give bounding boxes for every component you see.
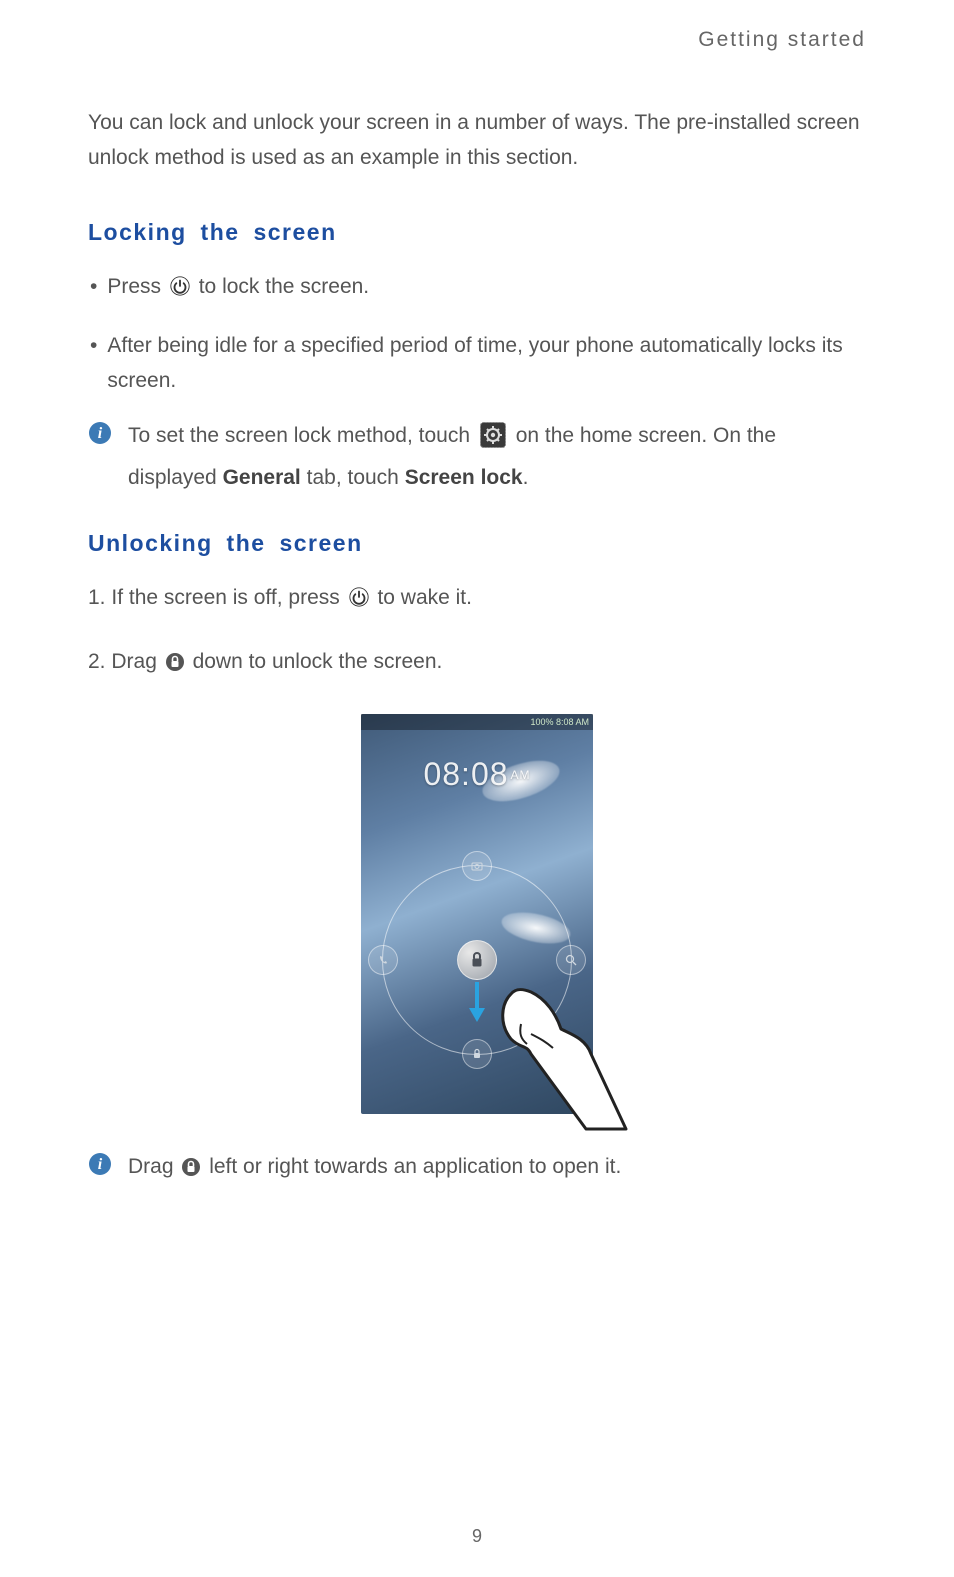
lockscreen-clock: 08:08AM [361, 756, 593, 793]
intro-paragraph: You can lock and unlock your screen in a… [88, 106, 866, 175]
svg-text:i: i [98, 1156, 103, 1173]
step1-num: 1. [88, 586, 106, 609]
phone-icon [368, 945, 398, 975]
unlock-step-1: 1. If the screen is off, press to wake i… [88, 581, 866, 620]
step1-pre: If the screen is off, press [111, 586, 345, 609]
page-header: Getting started [88, 28, 866, 52]
lock-note-bold1: General [223, 466, 301, 489]
status-bar: 100% 8:08 AM [361, 714, 593, 730]
lock-note: i To set the screen lock method, touch [88, 418, 866, 495]
section-locking-title: Locking the screen [88, 219, 866, 246]
camera-icon [462, 851, 492, 881]
status-text: 100% 8:08 AM [530, 717, 589, 727]
clock-ampm: AM [511, 768, 531, 782]
footer-note: i Drag left or right towards an applicat… [88, 1149, 866, 1189]
lock-bullet-2: • After being idle for a specified perio… [88, 329, 866, 398]
step2-pre: Drag [111, 650, 162, 673]
step2-num: 2. [88, 650, 106, 673]
svg-text:i: i [98, 425, 103, 442]
info-icon: i [88, 421, 112, 457]
search-icon [556, 945, 586, 975]
lock-b1-post: to lock the screen. [199, 275, 369, 298]
info-icon: i [88, 1152, 112, 1188]
step2-post: down to unlock the screen. [193, 650, 443, 673]
power-icon [169, 274, 191, 309]
drag-arrow-icon [467, 982, 487, 1022]
header-title: Getting started [698, 28, 866, 51]
lock-handle-icon [457, 940, 497, 980]
bullet-dot: • [90, 329, 97, 364]
footer-note-pre: Drag [128, 1155, 179, 1178]
page-number: 9 [0, 1526, 954, 1547]
lock-b2-text: After being idle for a specified period … [107, 329, 866, 398]
lock-bullet-1: • Press to lock the screen. [88, 270, 866, 309]
lock-drag-icon [181, 1153, 201, 1189]
lock-drag-icon [165, 649, 185, 684]
unlock-step-2: 2. Drag down to unlock the screen. [88, 645, 866, 684]
bullet-dot: • [90, 270, 97, 305]
hand-gesture-icon [491, 984, 631, 1134]
footer-note-post: left or right towards an application to … [209, 1155, 621, 1178]
lock-b1-pre: Press [107, 275, 167, 298]
clock-time: 08:08 [423, 756, 508, 792]
power-icon [348, 585, 370, 620]
lock-note-pre: To set the screen lock method, touch [128, 424, 476, 447]
section-unlocking-title: Unlocking the screen [88, 530, 866, 557]
settings-icon [480, 422, 506, 460]
unlock-target-icon [462, 1039, 492, 1069]
lockscreen-illustration: 100% 8:08 AM 08:08AM [88, 714, 866, 1119]
lock-note-mid2: tab, touch [307, 466, 405, 489]
lock-note-end: . [523, 466, 529, 489]
step1-post: to wake it. [377, 586, 472, 609]
lock-note-bold2: Screen lock [405, 466, 523, 489]
